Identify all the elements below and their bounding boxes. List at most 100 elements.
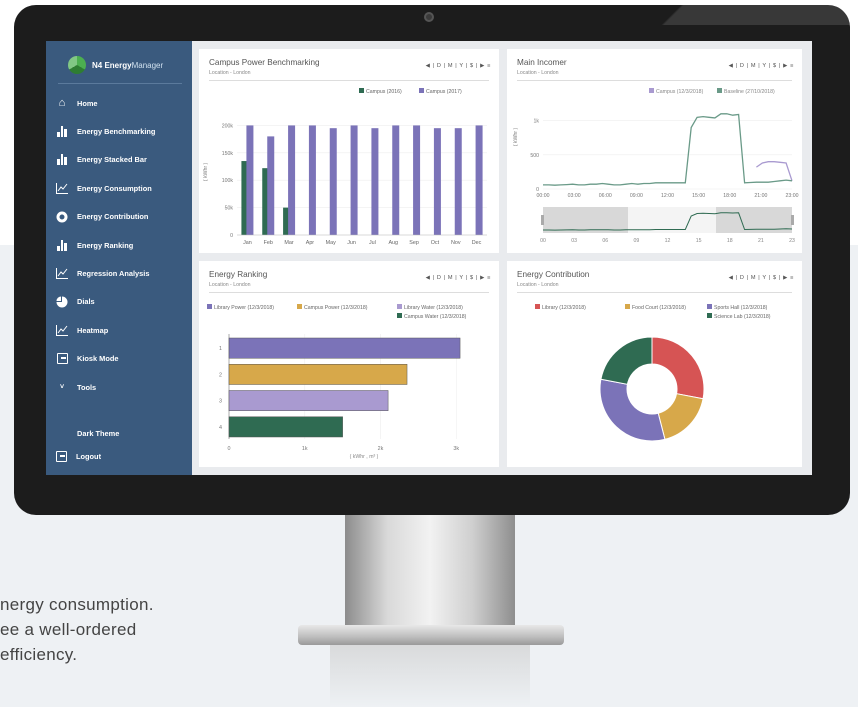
bar [454,128,462,235]
series-line [756,161,793,182]
donut-slice [599,378,666,442]
sidebar-item-heatmap[interactable]: Heatmap [46,316,192,344]
y-tick-label: 0 [230,233,233,239]
x-tick-label: Dec [472,240,482,246]
donut-slice [600,336,653,385]
bar [413,125,421,235]
x-tick-label: Jan [243,240,252,246]
energy-ranking-chart: Library Power (12/3/2018) Campus Power (1… [207,304,467,460]
sidebar-item-energy-stacked-bar[interactable]: Energy Stacked Bar [46,146,192,174]
legend-swatch [359,88,364,93]
chevron-down-icon: ˅ [59,383,65,391]
legend-label: Science Lab (12/3/2018) [714,314,771,320]
x-tick-label: Jun [347,240,356,246]
webcam-icon [424,12,434,22]
navigator-tick-label: 12 [665,238,671,244]
y-axis-label: ( kWhr ) [203,163,209,182]
sidebar-item-label: Regression Analysis [77,269,150,279]
navigator-handle-right [791,215,794,225]
x-axis-label: ( kWhr , m³ ) [350,454,379,460]
stand-shadow [330,640,530,707]
legend-swatch [625,304,630,309]
bar [392,125,400,235]
x-tick-label: 15:00 [692,193,705,199]
sidebar-item-kiosk-mode[interactable]: Kiosk Mode [46,345,192,373]
main-incomer-chart: Campus (12/3/2018) Baseline (27/10/2018) 0… [513,88,799,244]
caption-line-1: nergy consumption. [0,595,154,614]
app-screen: N4 EnergyManager ⌂ Home Energy Benchmark… [46,41,812,475]
x-tick-label: 03:00 [568,193,581,199]
y-tick-label: 50k [225,206,234,212]
y-tick-label: 4 [219,425,222,431]
sidebar-item-label: Energy Consumption [77,183,152,193]
caption-line-2: ee a well-ordered [0,620,137,639]
logout-button[interactable]: Logout [56,451,101,462]
legend-swatch [297,304,302,309]
legend-swatch [707,313,712,318]
x-tick-label: 23:00 [786,193,799,199]
logout-icon [56,451,67,462]
sidebar-item-label: Energy Ranking [77,240,134,250]
pie-icon [56,296,68,308]
bar-chart-icon [56,126,68,138]
x-tick-label: Jul [369,240,376,246]
legend-label: Campus (2017) [426,89,462,95]
bar-chart-icon [56,154,68,166]
sidebar-item-energy-contribution[interactable]: Energy Contribution [46,203,192,231]
bar [228,337,461,359]
sidebar-item-tools[interactable]: ˅ Tools [46,373,192,401]
panel-energy-ranking: Energy Ranking Location - London ◀ | D |… [199,261,499,467]
donut-icon [56,211,68,223]
x-tick-label: 09:00 [630,193,643,199]
series-line [543,113,793,186]
x-tick-label: May [326,240,336,246]
brand[interactable]: N4 EnergyManager [68,54,186,76]
y-tick-label: 500 [530,153,539,159]
sidebar-item-energy-consumption[interactable]: Energy Consumption [46,174,192,202]
sidebar-item-label: Dials [77,297,95,307]
x-tick-label: 06:00 [599,193,612,199]
x-tick-label: Sep [409,240,419,246]
sidebar-item-regression-analysis[interactable]: Regression Analysis [46,259,192,287]
x-tick-label: 12:00 [661,193,674,199]
sidebar-item-energy-benchmarking[interactable]: Energy Benchmarking [46,117,192,145]
navigator-tick-label: 03 [571,238,577,244]
line-chart-icon [56,182,68,194]
bar [267,136,275,235]
bar [246,125,254,235]
divider [58,83,182,84]
bar [288,125,296,235]
sidebar-item-dials[interactable]: Dials [46,288,192,316]
navigator-tick-label: 23 [789,238,795,244]
navigator-tick-label: 15 [696,238,702,244]
y-tick-label: 1k [534,119,540,125]
sidebar-item-home[interactable]: ⌂ Home [46,89,192,117]
bar [475,125,483,235]
logo-icon [68,56,86,74]
navigator-tick-label: 06 [602,238,608,244]
x-tick-label: 21:00 [754,193,767,199]
page: nergy consumption. ee a well-ordered eff… [0,0,858,707]
legend-label: Baseline (27/10/2018) [724,89,775,95]
legend-swatch [207,304,212,309]
line-chart-icon [56,268,68,280]
dark-theme-toggle[interactable]: Dark Theme [77,429,119,438]
navigator-tick-label: 21 [758,238,764,244]
kiosk-icon [56,353,68,365]
home-icon: ⌂ [58,97,66,110]
y-tick-label: 1 [219,346,222,352]
y-tick-label: 3 [219,399,222,405]
x-tick-label: Nov [451,240,461,246]
x-tick-label: 18:00 [723,193,736,199]
sidebar-item-energy-ranking[interactable]: Energy Ranking [46,231,192,259]
legend-label: Food Court (12/3/2018) [632,305,686,311]
y-axis-label: ( kWhr ) [513,128,519,147]
bar [329,128,337,235]
energy-contribution-chart: Library (12/3/2018) Food Court (12/3/2018… [535,304,771,442]
logout-label: Logout [76,452,102,461]
sidebar-item-label: Tools [77,382,97,392]
legend-swatch [397,313,402,318]
bar [350,125,358,235]
legend-label: Campus Water (12/3/2018) [404,314,467,320]
x-tick-label: 1k [302,446,308,452]
